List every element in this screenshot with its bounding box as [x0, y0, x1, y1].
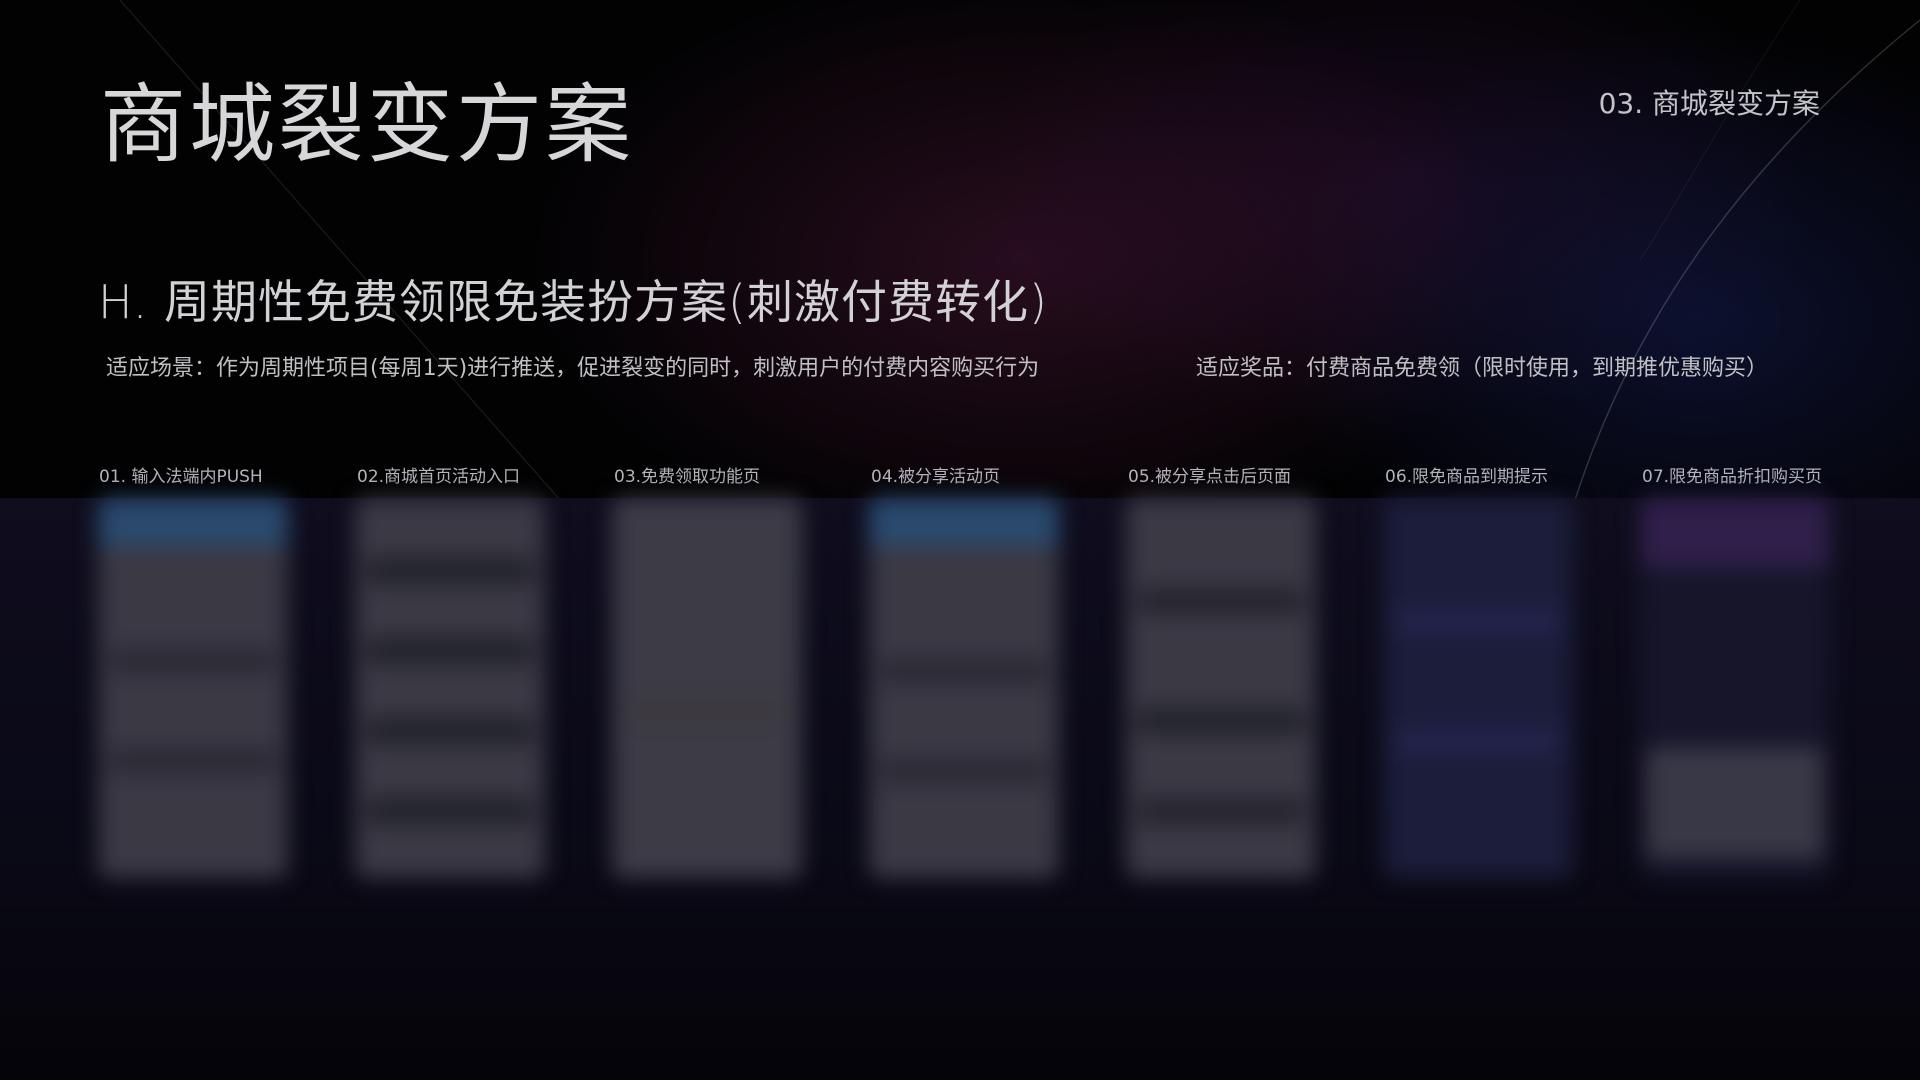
- screen-shared-activity-preview[interactable]: [869, 498, 1059, 878]
- screen-push-preview[interactable]: [98, 498, 288, 878]
- page-title: 商城裂变方案: [100, 75, 634, 175]
- step-label-5: 05.被分享点击后页面: [1128, 467, 1292, 487]
- step-label-7: 07.限免商品折扣购买页: [1642, 467, 1823, 487]
- screen-after-share-click-preview[interactable]: [1126, 498, 1316, 878]
- slide: 商城裂变方案 03. 商城裂变方案 H. 周期性免费领限免装扮方案(刺激付费转化…: [0, 0, 1920, 1080]
- step-label-4: 04.被分享活动页: [871, 467, 1001, 487]
- step-label-3: 03.免费领取功能页: [614, 467, 761, 487]
- screen-expiry-notice-preview[interactable]: [1383, 498, 1573, 878]
- scene-description: 适应场景：作为周期性项目(每周1天)进行推送，促进裂变的同时，刺激用户的付费内容…: [106, 356, 1040, 381]
- screen-discount-purchase-preview[interactable]: [1640, 498, 1830, 878]
- step-label-6: 06.限免商品到期提示: [1385, 467, 1549, 487]
- step-label-1: 01. 输入法端内PUSH: [99, 467, 263, 487]
- section-subtitle: H. 周期性免费领限免装扮方案(刺激付费转化): [98, 275, 1048, 329]
- screen-free-claim-preview[interactable]: [612, 498, 802, 878]
- step-label-2: 02.商城首页活动入口: [357, 467, 521, 487]
- screen-mall-home-preview[interactable]: [355, 498, 545, 878]
- prize-description: 适应奖品：付费商品免费领（限时使用，到期推优惠购买）: [1196, 356, 1769, 381]
- section-label: 03. 商城裂变方案: [1598, 87, 1820, 120]
